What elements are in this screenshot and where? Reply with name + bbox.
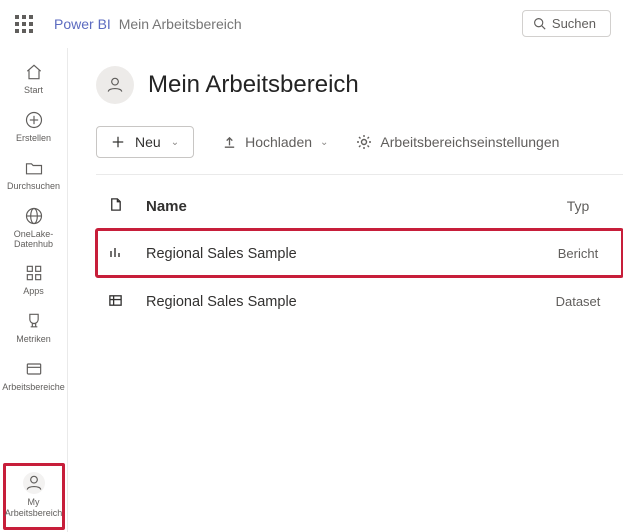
nav-start[interactable]: Start — [4, 56, 64, 104]
upload-label: Hochladen — [245, 134, 312, 150]
left-nav-rail: Start Erstellen Durchsuchen OneLake-Date… — [0, 48, 68, 532]
column-name[interactable]: Name — [146, 198, 533, 215]
nav-browse[interactable]: Durchsuchen — [4, 152, 64, 200]
search-button[interactable]: Suchen — [522, 10, 611, 37]
workspace-avatar — [96, 66, 134, 104]
page-title: Mein Arbeitsbereich — [148, 71, 359, 99]
app-launcher-icon[interactable] — [12, 12, 36, 36]
nav-apps-label: Apps — [23, 287, 44, 297]
nav-workspaces[interactable]: Arbeitsbereiche — [4, 353, 64, 401]
row-name: Regional Sales Sample — [146, 246, 533, 262]
person-icon — [23, 472, 45, 494]
report-icon — [108, 244, 124, 260]
home-icon — [24, 62, 44, 82]
nav-my-workspace[interactable]: My Arbeitsbereich — [3, 463, 65, 530]
nav-start-label: Start — [24, 86, 43, 96]
upload-icon — [222, 135, 237, 150]
nav-metrics-label: Metriken — [16, 335, 51, 345]
plus-circle-icon — [24, 110, 44, 130]
table-header: Name Typ — [96, 175, 623, 229]
person-icon — [105, 75, 125, 95]
workspace-settings-button[interactable]: Arbeitsbereichseinstellungen — [356, 134, 559, 150]
nav-apps[interactable]: Apps — [4, 257, 64, 305]
upload-button[interactable]: Hochladen ⌄ — [222, 134, 328, 150]
dataset-icon — [108, 293, 123, 308]
row-type: Dataset — [533, 294, 623, 309]
nav-my-label1: My — [28, 498, 40, 508]
new-button[interactable]: Neu ⌄ — [96, 126, 194, 158]
chevron-down-icon: ⌄ — [171, 137, 179, 148]
search-icon — [533, 17, 546, 30]
apps-icon — [24, 263, 44, 283]
plus-icon — [111, 135, 125, 149]
nav-create[interactable]: Erstellen — [4, 104, 64, 152]
chevron-down-icon: ⌄ — [320, 137, 328, 148]
column-type[interactable]: Typ — [533, 198, 623, 214]
settings-label: Arbeitsbereichseinstellungen — [380, 134, 559, 150]
folder-icon — [24, 158, 44, 178]
globe-icon — [24, 206, 44, 226]
row-type: Bericht — [533, 246, 623, 261]
file-icon — [108, 197, 123, 212]
nav-workspaces-label: Arbeitsbereiche — [2, 383, 65, 393]
gear-icon — [356, 134, 372, 150]
nav-my-label2: Arbeitsbereich — [5, 509, 63, 519]
table-row[interactable]: Regional Sales Sample Dataset — [96, 277, 623, 325]
workspaces-icon — [24, 359, 44, 379]
new-button-label: Neu — [135, 134, 161, 150]
breadcrumb-workspace: Mein Arbeitsbereich — [119, 16, 242, 32]
trophy-icon — [24, 311, 44, 331]
brand-name: Power BI — [54, 16, 111, 32]
row-name: Regional Sales Sample — [146, 294, 533, 310]
nav-create-label: Erstellen — [16, 134, 51, 144]
breadcrumb[interactable]: Power BI Mein Arbeitsbereich — [54, 16, 242, 32]
table-row[interactable]: Regional Sales Sample Bericht — [96, 229, 623, 277]
search-label: Suchen — [552, 16, 596, 31]
nav-onelake[interactable]: OneLake-Datenhub — [4, 200, 64, 258]
nav-metrics[interactable]: Metriken — [4, 305, 64, 353]
nav-onelake-label: OneLake-Datenhub — [4, 230, 64, 250]
nav-browse-label: Durchsuchen — [7, 182, 60, 192]
